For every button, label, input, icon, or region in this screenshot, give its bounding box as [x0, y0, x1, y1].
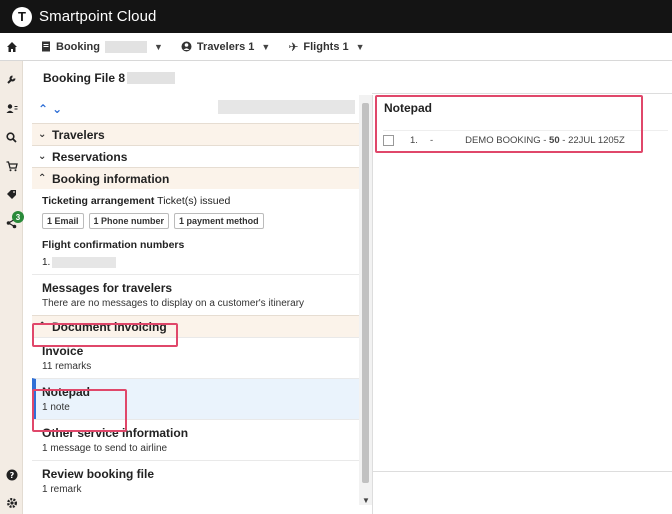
- note-text: DEMO BOOKING - 50 - 22JUL 1205Z: [465, 135, 625, 146]
- search-icon[interactable]: [0, 132, 23, 143]
- panel-toolbar: ⌃ ⌄: [32, 95, 359, 123]
- chevron-down-icon: ▼: [261, 41, 271, 52]
- invoice-subtitle: 11 remarks: [42, 361, 92, 372]
- review-item[interactable]: Review booking file 1 remark: [32, 460, 359, 501]
- chevron-down-icon: ▼: [355, 41, 365, 52]
- cart-icon[interactable]: [0, 161, 23, 172]
- flight-confirmation-label: Flight confirmation numbers: [42, 239, 185, 251]
- divider: [373, 471, 672, 472]
- notepad-item[interactable]: Notepad 1 note: [32, 378, 359, 419]
- chevron-down-icon: ⌄: [38, 151, 47, 162]
- svg-text:?: ?: [9, 471, 14, 480]
- left-rail: 3 ?: [0, 61, 24, 514]
- section-reservations-label: Reservations: [52, 149, 128, 164]
- chevron-down-icon: ⌄: [38, 129, 47, 140]
- booking-file-title: Booking File 8: [43, 71, 126, 85]
- home-icon[interactable]: [0, 41, 23, 53]
- nav-bar: Booking ▼ Travelers 1 ▼ ✈ Flights 1 ▼: [0, 33, 672, 61]
- scroll-down-icon[interactable]: ▼: [362, 496, 370, 505]
- flight-confirmation-index: 1.: [42, 257, 51, 268]
- contact-chips: 1 Email 1 Phone number 1 payment method: [32, 207, 359, 229]
- nav-flights-label: Flights 1: [303, 40, 349, 53]
- help-icon[interactable]: ?: [0, 469, 23, 481]
- app-logo: T: [12, 6, 32, 27]
- notepad-panel-title: Notepad: [384, 101, 432, 115]
- review-title: Review booking file: [42, 467, 155, 481]
- share-icon[interactable]: 3: [0, 211, 24, 229]
- search-input[interactable]: [218, 100, 355, 114]
- chip-phone[interactable]: 1 Phone number: [88, 213, 170, 229]
- nav-booking-label: Booking: [56, 40, 100, 53]
- collapse-all-icon[interactable]: ⌃: [38, 102, 48, 116]
- other-service-item[interactable]: Other service information 1 message to s…: [32, 419, 359, 460]
- expand-all-icon[interactable]: ⌄: [52, 102, 62, 116]
- nav-travelers-label: Travelers 1: [196, 40, 255, 53]
- section-document-invoicing-label: Document invoicing: [52, 319, 167, 334]
- notepad-subtitle: 1 note: [42, 402, 70, 413]
- gear-icon[interactable]: [0, 497, 23, 509]
- wrench-icon[interactable]: [0, 74, 23, 85]
- chevron-up-icon: ⌃: [38, 321, 47, 332]
- chevron-down-icon: ▼: [154, 41, 163, 52]
- ticketing-value: Ticket(s) issued: [157, 195, 231, 207]
- contact-icon[interactable]: [0, 103, 23, 114]
- section-travelers[interactable]: ⌄ Travelers: [32, 123, 359, 145]
- messages-for-travelers[interactable]: Messages for travelers There are no mess…: [32, 274, 359, 315]
- section-document-invoicing[interactable]: ⌃ Document invoicing: [32, 315, 359, 337]
- nav-travelers[interactable]: Travelers 1 ▼: [181, 41, 270, 53]
- booking-file-panel: ⌃ ⌄ ⌄ Travelers ⌄ Reservations ⌃ Booking…: [32, 95, 359, 514]
- nav-booking[interactable]: Booking ▼: [41, 40, 163, 53]
- chip-payment[interactable]: 1 payment method: [174, 213, 264, 229]
- other-service-title: Other service information: [42, 426, 189, 440]
- redacted-booking-id: [127, 72, 176, 84]
- app-title: Smartpoint Cloud: [39, 8, 157, 25]
- messages-title: Messages for travelers: [42, 281, 173, 295]
- flight-confirmation-row: 1.: [32, 251, 359, 274]
- redacted-booking-number: [105, 40, 147, 53]
- ticketing-arrangement: Ticketing arrangement Ticket(s) issued: [32, 189, 359, 207]
- section-booking-information[interactable]: ⌃ Booking information: [32, 167, 359, 189]
- note-checkbox[interactable]: [383, 135, 394, 146]
- messages-subtitle: There are no messages to display on a cu…: [42, 298, 305, 309]
- other-service-subtitle: 1 message to send to airline: [42, 443, 168, 454]
- invoice-item[interactable]: Invoice 11 remarks: [32, 337, 359, 378]
- left-panel-scrollbar[interactable]: ▼: [359, 95, 372, 505]
- booking-file-icon: [42, 41, 50, 52]
- section-booking-information-label: Booking information: [52, 171, 170, 186]
- invoice-title: Invoice: [42, 344, 84, 358]
- top-bar: T Smartpoint Cloud: [0, 0, 672, 33]
- scrollbar-thumb[interactable]: [362, 103, 369, 483]
- redacted-confirmation-number: [52, 257, 117, 268]
- chip-email[interactable]: 1 Email: [42, 213, 84, 229]
- nav-flights[interactable]: ✈ Flights 1 ▼: [288, 40, 364, 54]
- tag-icon[interactable]: [0, 189, 23, 200]
- notification-badge: 3: [12, 211, 24, 223]
- booking-file-header: Booking File 8: [23, 61, 372, 95]
- ticketing-label: Ticketing arrangement: [42, 195, 155, 207]
- list-item: 1. - DEMO BOOKING - 50 - 22JUL 1205Z: [383, 130, 668, 150]
- review-subtitle: 1 remark: [42, 484, 82, 495]
- divider: [372, 93, 672, 94]
- section-reservations[interactable]: ⌄ Reservations: [32, 145, 359, 167]
- note-dash: -: [429, 135, 434, 146]
- section-travelers-label: Travelers: [52, 127, 105, 142]
- airplane-icon: ✈: [288, 39, 299, 54]
- note-index: 1.: [410, 135, 418, 146]
- chevron-up-icon: ⌃: [38, 173, 47, 184]
- notepad-panel: Notepad 1. - DEMO BOOKING - 50 - 22JUL 1…: [372, 95, 672, 514]
- traveler-icon: [181, 41, 192, 52]
- notepad-title: Notepad: [42, 385, 90, 399]
